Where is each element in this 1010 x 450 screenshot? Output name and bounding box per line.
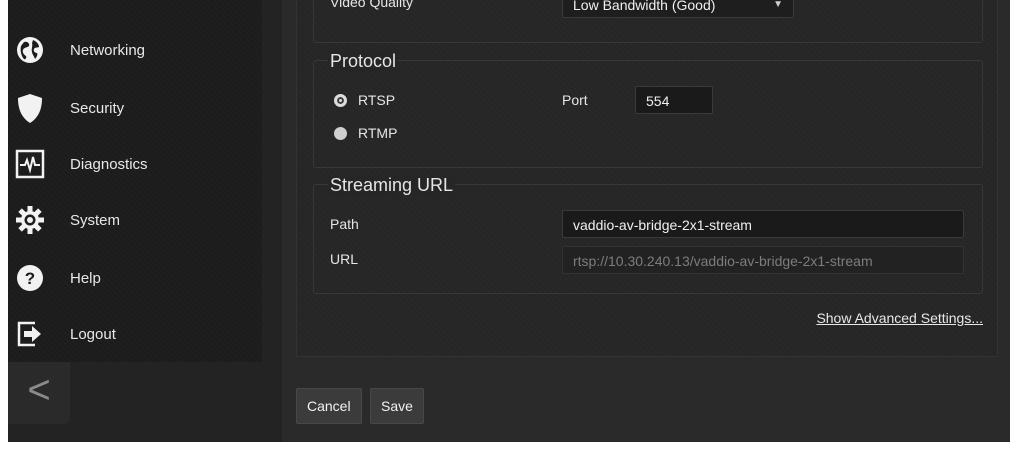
streaming-url-fieldset: Streaming URL Path vaddio-av-bridge-2x1-… [313,175,983,294]
url-label: URL [330,251,359,267]
save-button[interactable]: Save [370,388,424,424]
svg-text:?: ? [25,269,35,288]
gear-icon [12,202,48,238]
url-value: rtsp://10.30.240.13/vaddio-av-bridge-2x1… [573,253,873,269]
video-quality-select[interactable]: Low Bandwidth (Good) ▼ [562,0,794,18]
port-label: Port [562,92,588,108]
sidebar-item-label: System [70,211,121,229]
sidebar-item-logout[interactable]: Logout [8,306,262,362]
protocol-legend: Protocol [328,51,399,72]
video-quality-label: Video Quality [330,0,414,10]
app-window: Networking Security Diagnostics System ?… [8,0,1010,442]
port-value: 554 [646,93,670,109]
chevron-left-icon: < [27,368,51,412]
rtmp-label: RTMP [358,125,398,141]
rtmp-radio[interactable] [334,127,347,140]
cancel-button[interactable]: Cancel [296,388,362,424]
sidebar: Networking Security Diagnostics System ?… [8,0,262,362]
protocol-fieldset: Protocol RTSP RTMP Port 554 [313,51,983,168]
sidebar-item-label: Help [70,269,101,287]
sidebar-item-label: Security [70,99,125,117]
streaming-settings-panel: Video Quality Low Bandwidth (Good) ▼ Pro… [296,0,998,357]
globe-icon [12,32,48,68]
path-value: vaddio-av-bridge-2x1-stream [573,217,752,233]
show-advanced-settings-link[interactable]: Show Advanced Settings... [816,310,983,326]
rtsp-label: RTSP [358,92,396,108]
sidebar-item-label: Diagnostics [70,155,148,173]
pulse-icon [12,146,48,182]
sidebar-item-label: Logout [70,325,116,343]
rtsp-radio[interactable] [334,94,347,107]
sidebar-item-help[interactable]: ? Help [8,250,262,306]
path-input[interactable]: vaddio-av-bridge-2x1-stream [562,210,964,238]
shield-icon [12,90,48,126]
logout-icon [12,316,48,352]
collapse-sidebar-button[interactable]: < [8,362,70,424]
video-quality-value: Low Bandwidth (Good) [573,0,716,13]
sidebar-item-system[interactable]: System [8,192,262,248]
sidebar-item-networking[interactable]: Networking [8,22,262,78]
sidebar-item-security[interactable]: Security [8,80,262,136]
port-input[interactable]: 554 [635,86,713,114]
streaming-url-legend: Streaming URL [328,175,456,196]
help-icon: ? [12,260,48,296]
chevron-down-icon: ▼ [773,0,783,10]
sidebar-item-label: Networking [70,41,146,59]
video-quality-fieldset: Video Quality Low Bandwidth (Good) ▼ [313,0,983,43]
sidebar-item-diagnostics[interactable]: Diagnostics [8,136,262,192]
main-content: Video Quality Low Bandwidth (Good) ▼ Pro… [282,0,1010,442]
url-field: rtsp://10.30.240.13/vaddio-av-bridge-2x1… [562,246,964,274]
path-label: Path [330,216,359,232]
